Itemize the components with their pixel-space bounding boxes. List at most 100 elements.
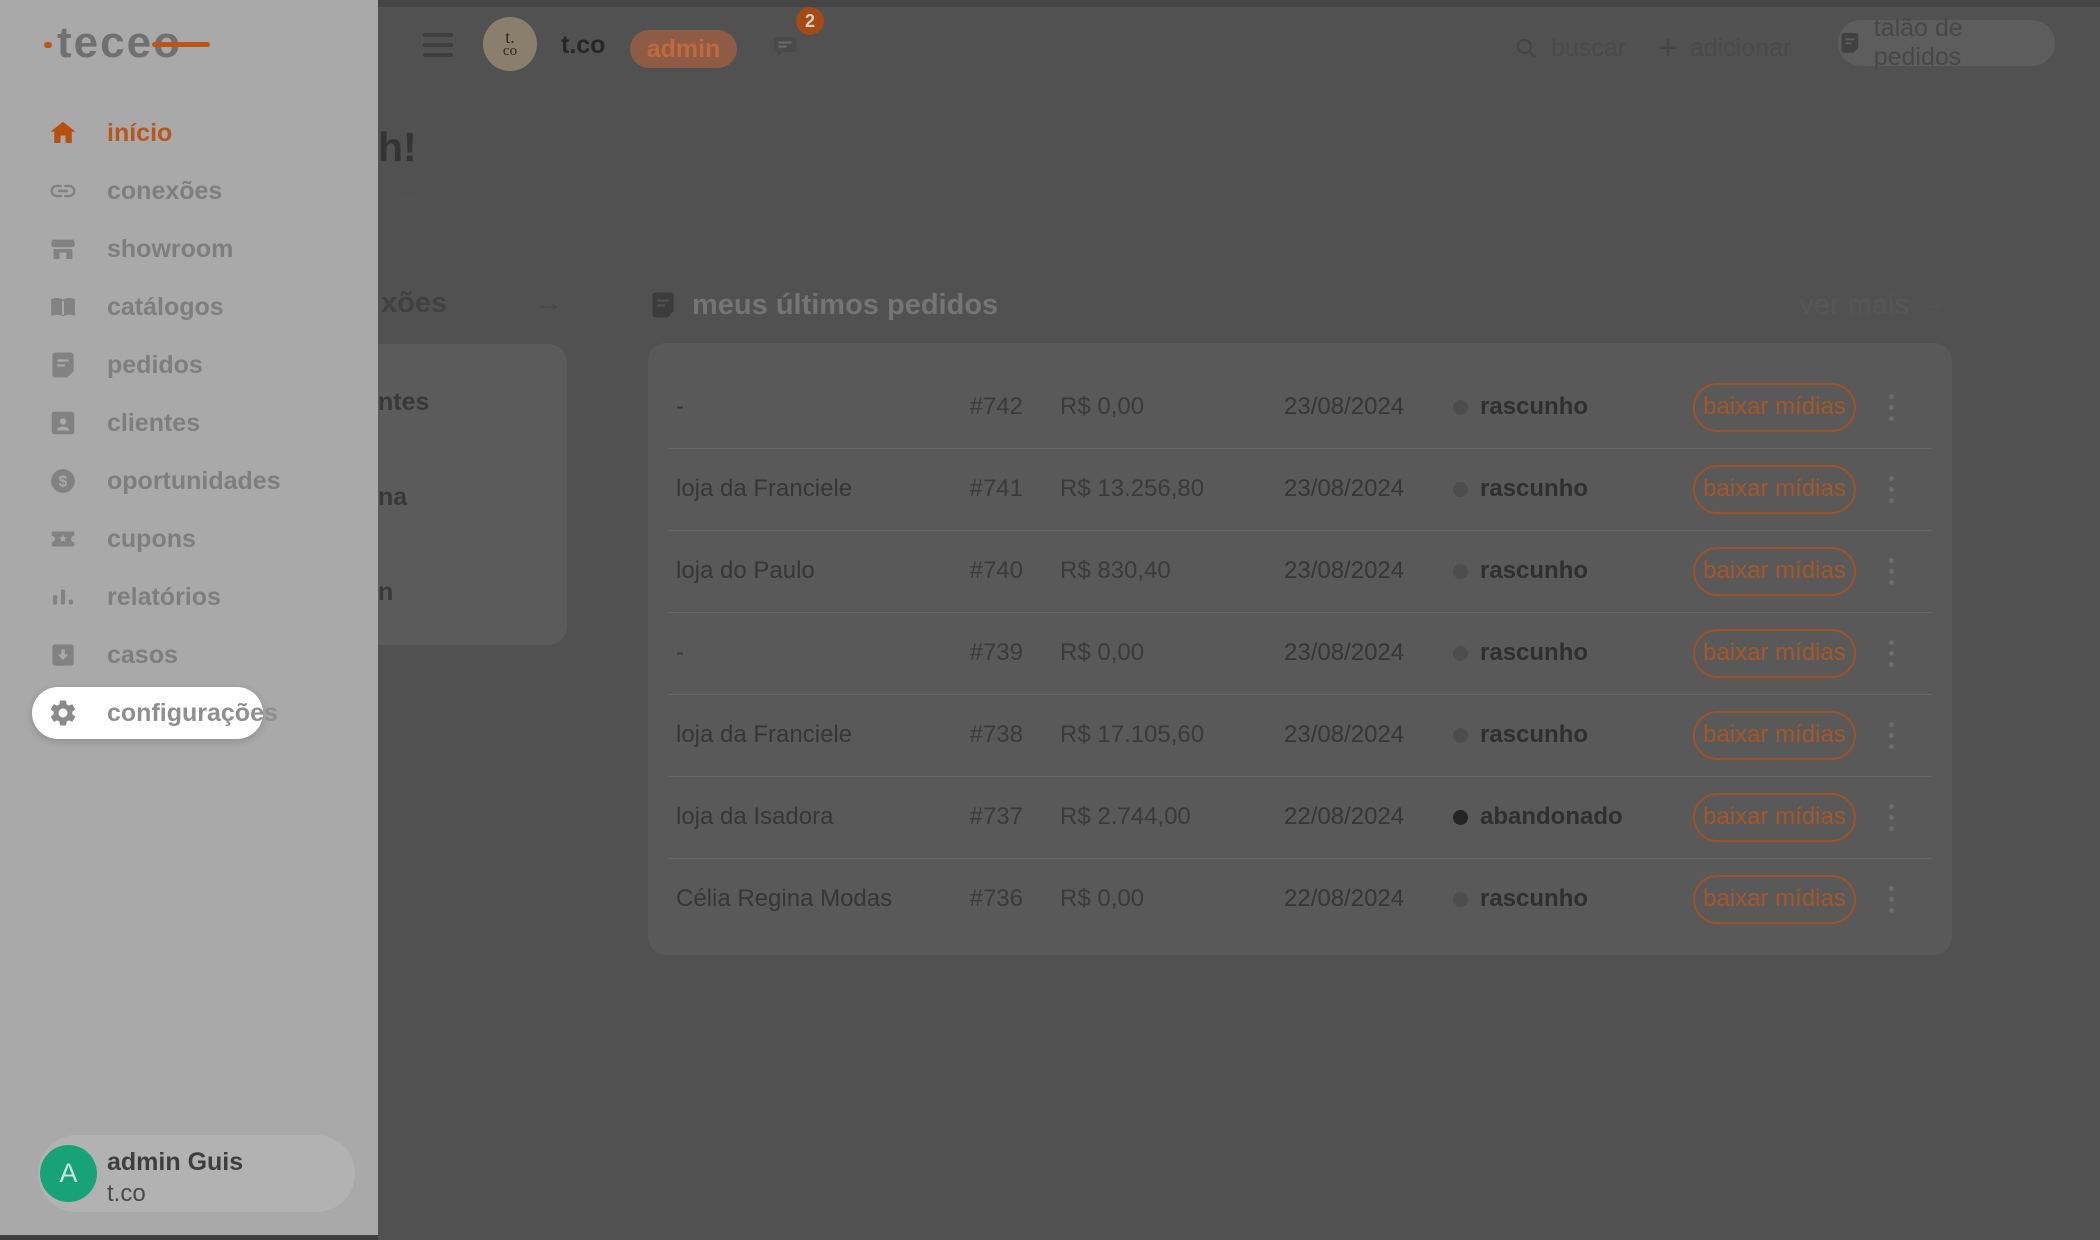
status-dot [1453,727,1468,743]
status-label: rascunho [1480,639,1589,666]
greeting-text-fragment: h! [378,124,417,170]
status-label: rascunho [1480,557,1589,584]
status-dot [1453,481,1468,497]
kebab-menu-icon[interactable] [1884,721,1898,749]
kebab-menu-icon[interactable] [1884,803,1898,831]
sidebar-item-label: pedidos [107,350,203,379]
arrow-right-icon: → [1923,288,1952,321]
sidebar-item-pedidos[interactable]: pedidos [0,336,378,394]
sidebar-item-cupons[interactable]: cupons [0,510,378,568]
bottom-edge-shade [0,1235,378,1240]
sidebar-item-label: casos [107,640,178,669]
order-number: #737 [969,803,1023,830]
receipt-icon [648,290,678,320]
order-status: rascunho [1453,557,1693,585]
download-media-button[interactable]: baixar mídias [1693,546,1856,596]
greeting-arrow-icon[interactable]: → [390,172,419,205]
kebab-menu-icon[interactable] [1884,639,1898,667]
orders-table: - #742 R$ 0,00 23/08/2024 rascunho baixar míd… [648,343,1952,955]
order-value: R$ 830,40 [1060,557,1171,584]
order-row: - #742 R$ 0,00 23/08/2024 rascunho baixar míd… [648,366,1952,448]
sidebar-item-label: showroom [107,234,234,263]
download-media-button[interactable]: baixar mídias [1693,792,1856,842]
order-row: loja da Franciele #741 R$ 13.256,80 23/08/2… [648,448,1952,530]
sidebar-item-casos[interactable]: casos [0,626,378,684]
sidebar-item-catalogos[interactable]: catálogos [0,278,378,336]
notification-badge: 2 [796,7,824,35]
download-media-button[interactable]: baixar mídias [1693,382,1856,432]
orders-panel-title: meus últimos pedidos [692,288,999,321]
download-media-button[interactable]: baixar mídias [1693,874,1856,924]
kebab-menu-icon[interactable] [1884,475,1898,503]
store-name: - [676,639,684,666]
status-label: rascunho [1480,885,1589,912]
store-name: loja da Franciele [676,721,853,748]
bar-chart-icon [48,582,78,612]
order-number: #741 [969,475,1023,502]
user-profile-button[interactable]: A admin Guis t.co [38,1135,355,1212]
sidebar-item-label: clientes [107,408,201,437]
search-button[interactable]: buscar [1513,30,1626,66]
user-name: admin Guis [107,1148,244,1176]
download-media-button[interactable]: baixar mídias [1693,464,1856,514]
sidebar-item-label: conexões [107,176,223,205]
sidebar-item-showroom[interactable]: showroom [0,220,378,278]
add-button[interactable]: + adicionar [1658,30,1791,66]
connection-row-fragment: n [378,578,394,606]
order-date: 23/08/2024 [1284,721,1405,748]
sidebar-item-oportunidades[interactable]: $ oportunidades [0,452,378,510]
status-label: rascunho [1480,475,1589,502]
order-date: 23/08/2024 [1284,393,1405,420]
connection-row-fragment: na [378,483,408,511]
navigation-drawer: teceo início conexões showroom catálogos ped… [0,0,378,1235]
download-media-button[interactable]: baixar mídias [1693,710,1856,760]
storefront-icon [48,234,78,264]
order-pad-label: talão de pedidos [1873,14,1963,71]
sidebar-item-label: cupons [107,524,196,553]
add-label: adicionar [1689,33,1792,62]
logo-strike-accent [152,42,210,47]
kebab-menu-icon[interactable] [1884,557,1898,585]
store-name: - [676,393,684,420]
order-pad-button[interactable]: talão de pedidos [1838,14,2055,71]
kebab-menu-icon[interactable] [1884,885,1898,913]
workspace-avatar[interactable]: t. co [483,17,537,71]
search-icon [1513,35,1539,61]
order-number: #740 [969,557,1023,584]
sidebar-item-relatorios[interactable]: relatórios [0,568,378,626]
sidebar-item-conexoes[interactable]: conexões [0,162,378,220]
sidebar-item-label: início [107,118,173,147]
coupon-icon [48,524,78,554]
link-icon [48,176,78,206]
order-number: #742 [969,393,1023,420]
order-date: 23/08/2024 [1284,557,1405,584]
sidebar-item-configuracoes[interactable]: configurações [0,684,378,742]
status-dot [1453,891,1468,907]
sidebar-item-inicio[interactable]: início [0,104,378,162]
home-icon [48,118,78,148]
kebab-menu-icon[interactable] [1884,393,1898,421]
order-status: rascunho [1453,885,1693,913]
order-row: loja da Isadora #737 R$ 2.744,00 22/08/2024… [648,776,1952,858]
order-date: 22/08/2024 [1284,803,1405,830]
store-name: loja da Isadora [676,803,834,830]
search-label: buscar [1551,33,1627,62]
hamburger-menu-icon[interactable] [423,33,453,57]
order-value: R$ 0,00 [1060,393,1145,420]
order-value: R$ 2.744,00 [1060,803,1191,830]
connections-arrow-icon[interactable]: → [534,287,563,320]
order-date: 23/08/2024 [1284,475,1405,502]
order-row: loja da Franciele #738 R$ 17.105,60 23/08/2… [648,694,1952,776]
sidebar-item-clientes[interactable]: clientes [0,394,378,452]
status-label: rascunho [1480,721,1589,748]
order-date: 22/08/2024 [1284,885,1405,912]
chat-icon[interactable] [769,32,801,62]
order-row: Célia Regina Modas #736 R$ 0,00 22/08/2024 r… [648,858,1952,940]
download-media-button[interactable]: baixar mídias [1693,628,1856,678]
order-status: rascunho [1453,393,1693,421]
order-number: #739 [969,639,1023,666]
archive-icon [48,640,78,670]
logo-dot-accent [44,42,52,48]
orders-panel-header: meus últimos pedidos ver mais → [648,283,1952,327]
see-more-link[interactable]: ver mais → [1799,289,1952,322]
